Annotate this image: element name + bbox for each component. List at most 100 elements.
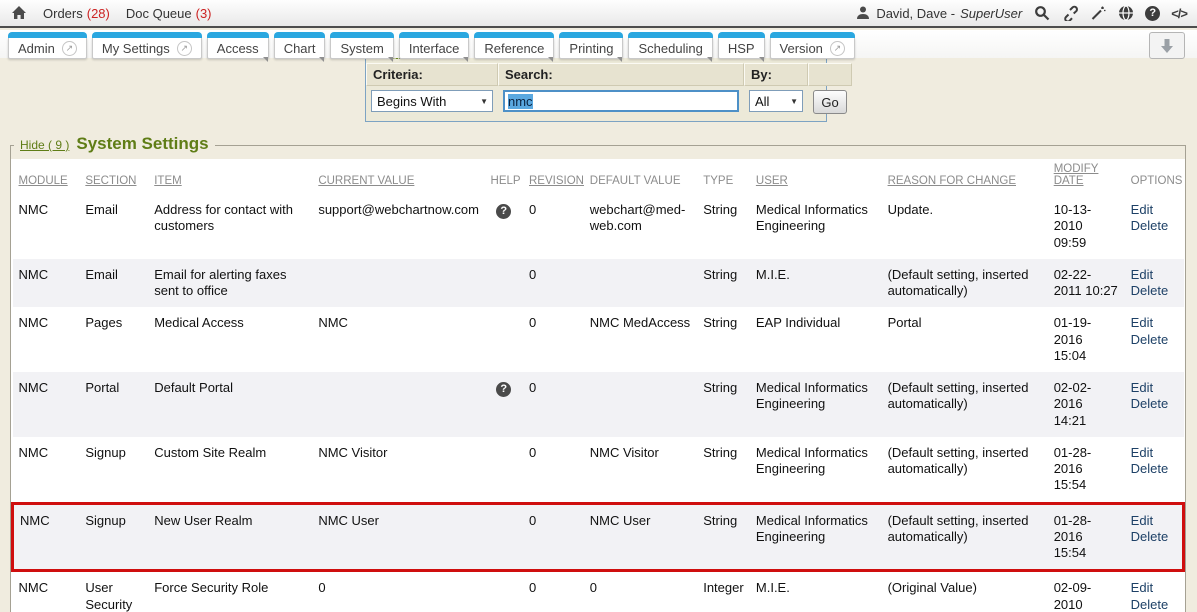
cell-reason: (Default setting, inserted automatically… [882,372,1048,437]
cell-section: Portal [79,372,148,437]
tab-access[interactable]: Access [207,38,269,59]
cell-reason: (Default setting, inserted automatically… [882,503,1048,571]
search-input-value: nmc [508,94,533,109]
cell-date: 10-13-2010 09:59 [1048,194,1125,259]
cell-user: Medical Informatics Engineering [750,503,882,571]
cell-user: Medical Informatics Engineering [750,194,882,259]
delete-link[interactable]: Delete [1131,597,1178,612]
cell-help [485,307,523,372]
cell-current_value: NMC User [312,503,484,571]
search-label: Search: [498,63,744,86]
help-icon[interactable]: ? [496,382,511,397]
doc-queue-link[interactable]: Doc Queue (3) [126,6,212,21]
cell-module: NMC [13,372,80,437]
column-label: ITEM [154,175,181,187]
search-input[interactable]: nmc [503,90,739,112]
cell-user: M.I.E. [750,571,882,612]
tab-bar: Admin↗My Settings↗AccessChart System Inter… [0,30,1197,58]
cell-reason: Update. [882,194,1048,259]
column-header-user[interactable]: USER [750,159,882,194]
tab-label: Version [780,41,823,56]
delete-link[interactable]: Delete [1131,283,1178,299]
column-header-reason[interactable]: REASON FOR CHANGE [882,159,1048,194]
go-button[interactable]: Go [813,90,847,114]
cell-default_value: NMC Visitor [584,437,697,503]
cell-help [485,259,523,308]
hide-link[interactable]: Hide ( 9 ) [20,138,69,152]
cell-revision: 0 [523,372,584,437]
column-label: REASON FOR CHANGE [888,175,1016,187]
column-header-module[interactable]: MODULE [13,159,80,194]
column-header-item[interactable]: ITEM [148,159,312,194]
table-row: NMCPagesMedical AccessNMC0NMC MedAccessS… [13,307,1184,372]
cell-date: 01-28-2016 15:54 [1048,503,1125,571]
edit-link[interactable]: Edit [1131,445,1178,461]
help-icon[interactable]: ? [496,204,511,219]
edit-link[interactable]: Edit [1131,202,1178,218]
globe-icon[interactable] [1117,5,1134,22]
table-header-row: MODULESECTIONITEMCURRENT VALUEHELPREVISI… [13,159,1184,194]
edit-link[interactable]: Edit [1131,267,1178,283]
home-icon[interactable] [10,5,27,22]
column-label: SECTION [85,175,136,187]
cell-current_value: NMC Visitor [312,437,484,503]
edit-link[interactable]: Edit [1131,580,1178,596]
edit-link[interactable]: Edit [1131,513,1176,529]
edit-link[interactable]: Edit [1131,315,1178,331]
cell-module: NMC [13,307,80,372]
column-header-revision[interactable]: REVISION [523,159,584,194]
link-icon[interactable] [1061,5,1078,22]
cell-revision: 0 [523,194,584,259]
cell-section: User Security [79,571,148,612]
cell-date: 02-02-2016 14:21 [1048,372,1125,437]
wand-icon[interactable] [1089,5,1106,22]
tab-interface[interactable]: Interface [399,38,470,59]
column-label: CURRENT VALUE [318,175,414,187]
cell-type: String [697,372,750,437]
cell-options: EditDelete [1125,503,1184,571]
by-select[interactable]: All ▼ [749,90,803,112]
top-bar: Orders (28) Doc Queue (3) David, Dave - … [0,0,1197,28]
tab-chart[interactable]: Chart [274,38,326,59]
search-icon[interactable] [1033,5,1050,22]
column-header-date[interactable]: MODIFY DATE [1048,159,1125,194]
tab-my-settings[interactable]: My Settings↗ [92,38,202,59]
help-icon[interactable]: ? [1145,6,1160,21]
column-header-current_value[interactable]: CURRENT VALUE [312,159,484,194]
external-link-icon: ↗ [830,41,845,56]
edit-link[interactable]: Edit [1131,380,1178,396]
cell-item: Address for contact with customers [148,194,312,259]
cell-item: Email for alerting faxes sent to office [148,259,312,308]
cell-reason: (Original Value) [882,571,1048,612]
cell-item: New User Realm [148,503,312,571]
current-user[interactable]: David, Dave - SuperUser [854,5,1022,22]
user-name: David, Dave - [876,6,955,21]
delete-link[interactable]: Delete [1131,332,1178,348]
tab-label: System [340,41,383,56]
cell-date: 02-09-2010 21:01 [1048,571,1125,612]
cell-section: Email [79,194,148,259]
cell-user: EAP Individual [750,307,882,372]
scroll-down-button[interactable] [1149,32,1185,59]
tab-label: HSP [728,41,755,56]
tab-version[interactable]: Version ↗ [770,38,855,59]
tab-hsp[interactable]: HSP [718,38,765,59]
delete-link[interactable]: Delete [1131,396,1178,412]
code-icon[interactable]: </> [1171,6,1187,21]
tab-admin[interactable]: Admin↗ [8,38,87,59]
tab-reference[interactable]: Reference [474,38,554,59]
page-title: System Settings [76,134,208,154]
tab-system[interactable]: System [330,38,393,59]
criteria-select[interactable]: Begins With ▼ [371,90,493,112]
orders-link[interactable]: Orders (28) [43,6,110,21]
criteria-value: Begins With [377,94,446,109]
column-header-section[interactable]: SECTION [79,159,148,194]
tab-printing[interactable]: Printing [559,38,623,59]
tab-scheduling[interactable]: Scheduling [628,38,712,59]
cell-help: ? [485,372,523,437]
delete-link[interactable]: Delete [1131,529,1176,545]
table-body: NMC EmailAddress for contact with custome… [13,194,1184,612]
delete-link[interactable]: Delete [1131,218,1178,234]
cell-revision: 0 [523,437,584,503]
delete-link[interactable]: Delete [1131,461,1178,477]
